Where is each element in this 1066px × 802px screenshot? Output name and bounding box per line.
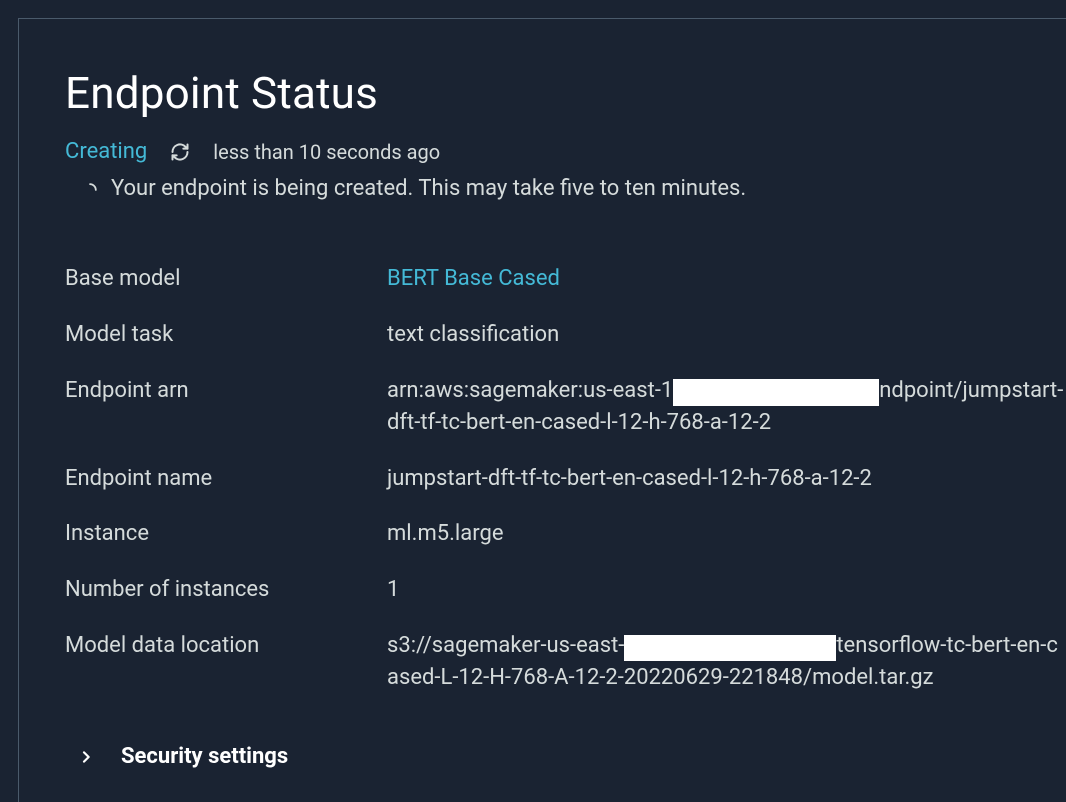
status-age: less than 10 seconds ago [213, 140, 440, 164]
redacted-block [624, 635, 836, 661]
status-text: Creating [65, 139, 147, 164]
status-message-row: Your endpoint is being created. This may… [65, 176, 1066, 201]
label-model-task: Model task [65, 319, 387, 351]
value-endpoint-arn: arn:aws:sagemaker:us-east-1ndpoint/jumps… [387, 375, 1066, 439]
status-row: Creating less than 10 seconds ago [65, 139, 1066, 164]
value-instance: ml.m5.large [387, 518, 1066, 550]
redacted-block [673, 379, 879, 405]
value-model-data-location: s3://sagemaker-us-east-tensorflow-tc-ber… [387, 630, 1066, 694]
spinner-icon [83, 182, 97, 196]
value-endpoint-name: jumpstart-dft-tf-tc-bert-en-cased-l-12-h… [387, 463, 1066, 495]
arn-prefix: arn:aws:sagemaker:us-east-1 [387, 378, 673, 403]
value-base-model[interactable]: BERT Base Cased [387, 263, 1066, 295]
page-title: Endpoint Status [65, 67, 1066, 119]
security-settings-toggle[interactable]: Security settings [65, 744, 1066, 769]
label-endpoint-name: Endpoint name [65, 463, 387, 495]
label-model-data-location: Model data location [65, 630, 387, 694]
value-num-instances: 1 [387, 574, 1066, 606]
endpoint-status-panel: Endpoint Status Creating less than 10 se… [18, 18, 1066, 802]
label-num-instances: Number of instances [65, 574, 387, 606]
status-message: Your endpoint is being created. This may… [111, 176, 746, 201]
label-endpoint-arn: Endpoint arn [65, 375, 387, 439]
s3-prefix: s3://sagemaker-us-east- [387, 633, 624, 658]
label-instance: Instance [65, 518, 387, 550]
details-grid: Base model BERT Base Cased Model task te… [65, 263, 1066, 694]
refresh-icon[interactable] [169, 141, 191, 163]
chevron-right-icon [75, 746, 97, 768]
value-model-task: text classification [387, 319, 1066, 351]
label-base-model: Base model [65, 263, 387, 295]
security-settings-title: Security settings [121, 744, 288, 769]
